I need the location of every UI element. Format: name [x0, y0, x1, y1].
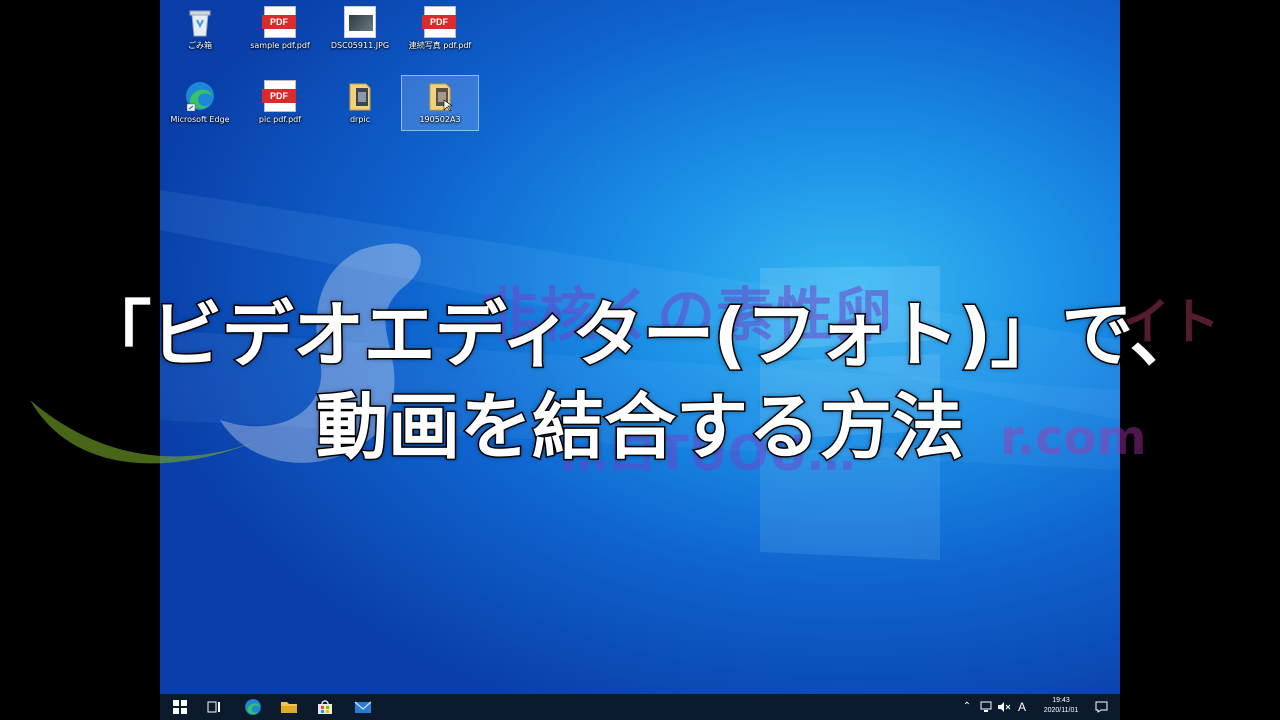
action-center-button[interactable]	[1090, 694, 1112, 720]
desktop-icon-label: ごみ箱	[188, 41, 212, 50]
desktop-icon-label: 190502A3	[419, 115, 461, 124]
pdf-file-icon: PDF	[262, 80, 296, 112]
desktop-icon-label: Microsoft Edge	[170, 115, 230, 124]
desktop-icon-label: 連続写真 pdf.pdf	[408, 41, 472, 50]
speaker-muted-icon	[998, 702, 1011, 712]
edge-icon	[184, 80, 216, 112]
network-status-button[interactable]	[978, 694, 994, 720]
desktop-icon-190502a3-folder[interactable]: 190502A3	[401, 75, 479, 131]
edge-icon	[245, 699, 261, 715]
video-title-line-2: 動画を結合する方法	[314, 384, 965, 471]
mail-icon	[354, 701, 372, 713]
ime-indicator[interactable]: A	[1014, 694, 1030, 720]
desktop-icon-label: sample pdf.pdf	[250, 41, 310, 50]
desktop-icon-microsoft-edge[interactable]: Microsoft Edge	[162, 76, 238, 130]
pdf-file-icon: PDF	[262, 6, 296, 38]
desktop-icon-drpic-folder[interactable]: drpic	[322, 76, 398, 130]
start-button[interactable]	[166, 694, 194, 720]
image-file-icon	[344, 6, 376, 38]
notification-icon	[1095, 701, 1107, 713]
video-title-line-1: 「ビデオエディター(フォト)」で、	[78, 292, 1203, 379]
desktop-icon-dsc05911-jpg[interactable]: DSC05911.JPG	[322, 2, 398, 56]
clock-time: 19:43	[1052, 697, 1070, 704]
taskbar-store-button[interactable]	[312, 694, 338, 720]
task-view-button[interactable]	[202, 694, 226, 720]
clock-date: 2020/11/01	[1043, 707, 1079, 714]
taskbar-clock[interactable]: 19:43 2020/11/01	[1036, 696, 1086, 716]
taskbar-mail-button[interactable]	[350, 694, 376, 720]
desktop-icon-label: drpic	[349, 115, 371, 124]
taskbar-file-explorer-button[interactable]	[276, 694, 302, 720]
show-hidden-icons-button[interactable]: ⌃	[960, 694, 974, 720]
desktop-icon-renzoku-pdf[interactable]: PDF 連続写真 pdf.pdf	[402, 2, 478, 56]
desktop-icon-pic-pdf[interactable]: PDF pic pdf.pdf	[242, 76, 318, 130]
store-icon	[318, 700, 332, 714]
chevron-up-icon: ⌃	[962, 701, 972, 712]
task-view-icon	[207, 701, 220, 713]
pdf-file-icon: PDF	[422, 6, 456, 38]
file-explorer-icon	[281, 702, 297, 713]
desktop-icon-recycle-bin[interactable]: ごみ箱	[162, 2, 238, 56]
network-icon	[980, 701, 992, 712]
windows-logo-icon	[173, 700, 187, 714]
desktop-icon-label: DSC05911.JPG	[330, 41, 390, 50]
desktop-icon-label: pic pdf.pdf	[258, 115, 302, 124]
desktop-icon-sample-pdf[interactable]: PDF sample pdf.pdf	[242, 2, 318, 56]
folder-icon	[424, 80, 456, 112]
volume-button[interactable]	[996, 694, 1012, 720]
recycle-bin-icon	[184, 6, 216, 38]
taskbar-edge-button[interactable]	[240, 694, 266, 720]
taskbar: ⌃ A 19:43 2020/11/01	[160, 694, 1120, 720]
folder-icon	[344, 80, 376, 112]
